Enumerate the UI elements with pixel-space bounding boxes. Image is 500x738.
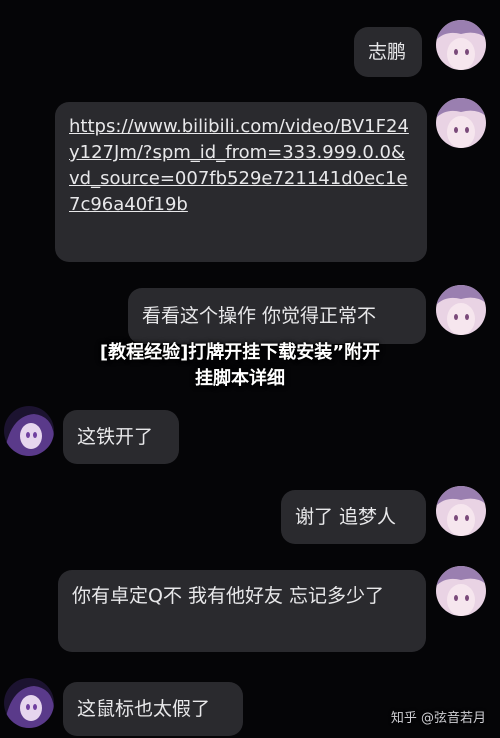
message-text: 这鼠标也太假了: [77, 698, 211, 720]
message-bubble-outgoing: 你有卓定Q不 我有他好友 忘记多少了: [58, 570, 426, 652]
message-text: 谢了 追梦人: [295, 506, 397, 528]
message-text: 你有卓定Q不 我有他好友 忘记多少了: [72, 585, 385, 607]
avatar[interactable]: [436, 98, 486, 148]
message-bubble-incoming: 这铁开了: [63, 410, 179, 464]
overlay-title-line1: [教程经验]打牌开挂下载安装”附开: [99, 342, 381, 363]
avatar[interactable]: [436, 20, 486, 70]
avatar[interactable]: [436, 285, 486, 335]
watermark: 知乎 @弦音若月: [390, 711, 486, 726]
avatar[interactable]: [436, 566, 486, 616]
message-bubble-incoming: 这鼠标也太假了: [63, 682, 243, 736]
message-text: 看看这个操作 你觉得正常不: [142, 305, 377, 327]
avatar[interactable]: [4, 406, 54, 456]
message-bubble-outgoing: 看看这个操作 你觉得正常不: [128, 288, 426, 344]
message-bubble-outgoing: 志鹏: [354, 27, 422, 77]
avatar[interactable]: [436, 486, 486, 536]
message-text: 这铁开了: [77, 426, 154, 448]
message-bubble-outgoing: 谢了 追梦人: [281, 490, 426, 544]
avatar[interactable]: [4, 678, 54, 728]
message-link-text[interactable]: https://www.bilibili.com/video/BV1F24y12…: [69, 116, 409, 215]
overlay-title-line2: 挂脚本详细: [195, 368, 285, 389]
message-text: 志鹏: [368, 41, 407, 63]
overlay-title: [教程经验]打牌开挂下载安装”附开 挂脚本详细: [0, 340, 480, 392]
message-bubble-outgoing-link[interactable]: https://www.bilibili.com/video/BV1F24y12…: [55, 102, 427, 262]
